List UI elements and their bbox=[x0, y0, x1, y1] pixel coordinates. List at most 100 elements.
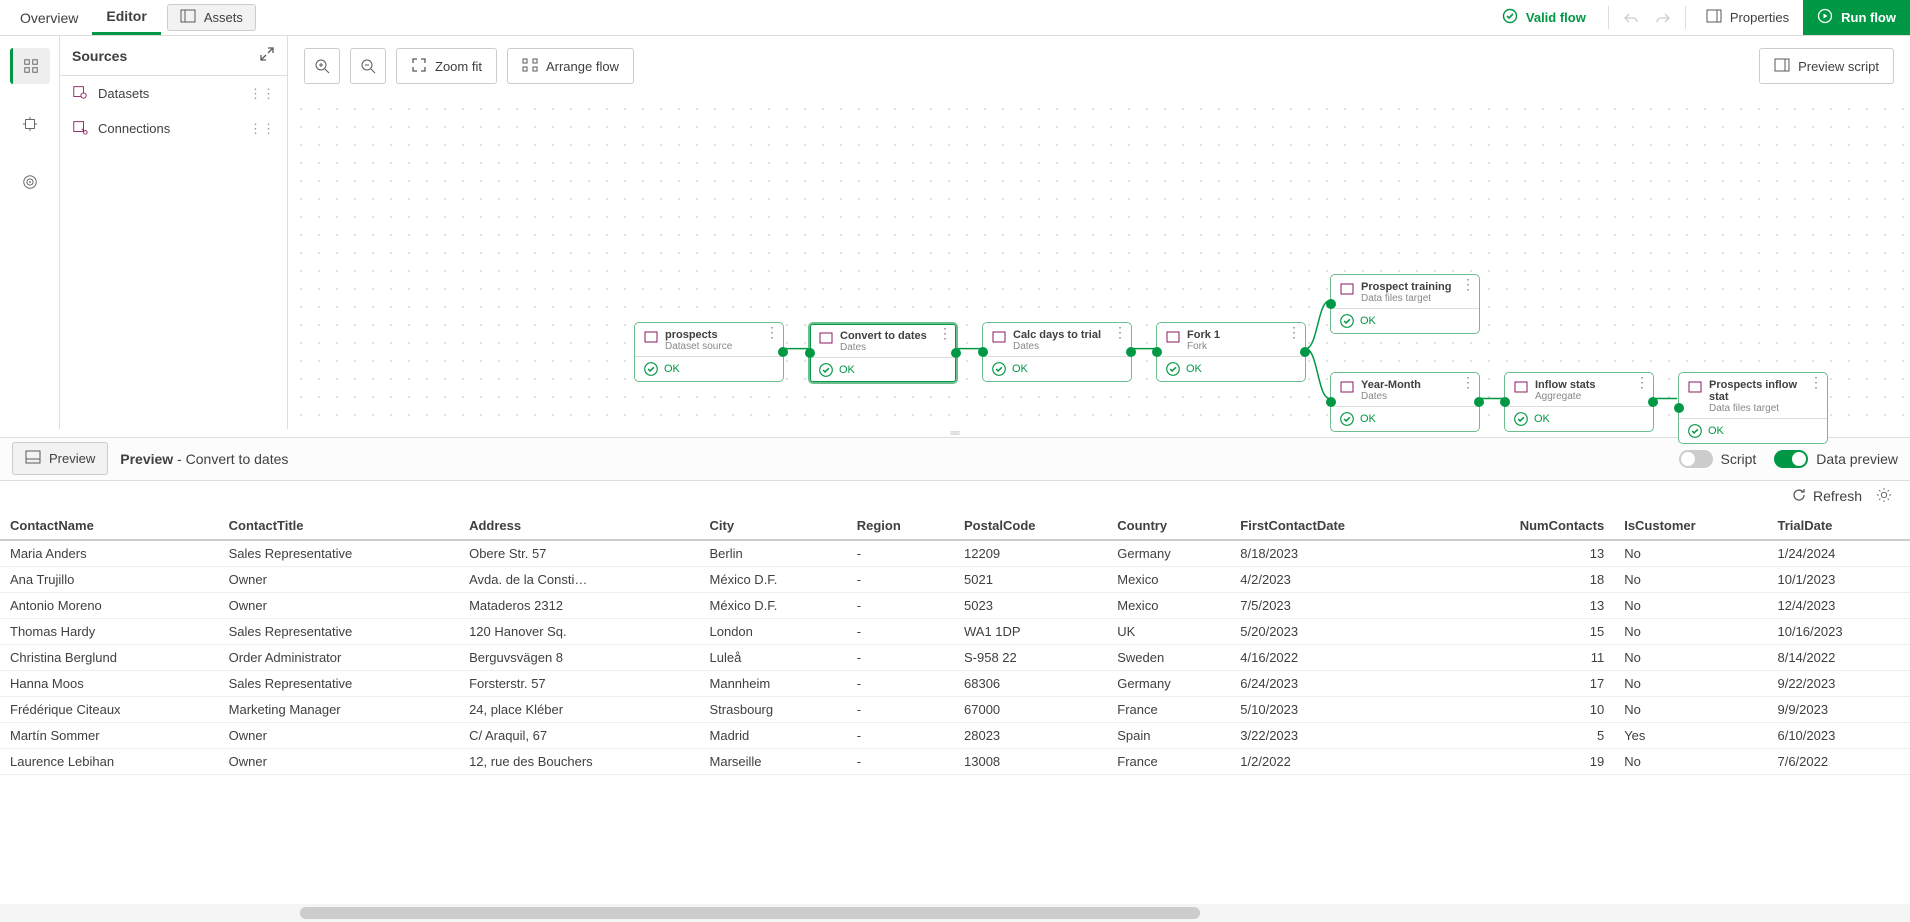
data-preview-toggle[interactable] bbox=[1774, 450, 1808, 468]
column-header[interactable]: PostalCode bbox=[954, 512, 1107, 540]
table-cell: Obere Str. 57 bbox=[459, 540, 699, 567]
node-menu-icon[interactable]: ⋮ bbox=[1461, 279, 1475, 289]
node-menu-icon[interactable]: ⋮ bbox=[1113, 327, 1127, 337]
table-row[interactable]: Hanna MoosSales RepresentativeForsterstr… bbox=[0, 670, 1910, 696]
tab-overview[interactable]: Overview bbox=[6, 0, 92, 35]
node-menu-icon[interactable]: ⋮ bbox=[1461, 377, 1475, 387]
table-cell: Ana Trujillo bbox=[0, 566, 219, 592]
table-cell: Marseille bbox=[700, 748, 847, 774]
node-menu-icon[interactable]: ⋮ bbox=[1287, 327, 1301, 337]
node-menu-icon[interactable]: ⋮ bbox=[765, 327, 779, 337]
drag-handle-icon[interactable]: ⋮⋮ bbox=[249, 121, 275, 137]
table-row[interactable]: Thomas HardySales Representative120 Hano… bbox=[0, 618, 1910, 644]
output-port[interactable] bbox=[1648, 397, 1658, 407]
output-port[interactable] bbox=[778, 347, 788, 357]
table-row[interactable]: Laurence LebihanOwner12, rue des Boucher… bbox=[0, 748, 1910, 774]
table-cell: Laurence Lebihan bbox=[0, 748, 219, 774]
column-header[interactable]: NumContacts bbox=[1439, 512, 1614, 540]
table-cell: 1/2/2022 bbox=[1230, 748, 1439, 774]
output-port[interactable] bbox=[1126, 347, 1136, 357]
flow-node[interactable]: Prospects inflow statData files target ⋮… bbox=[1678, 372, 1828, 444]
node-menu-icon[interactable]: ⋮ bbox=[938, 328, 952, 338]
table-toolbar: Refresh bbox=[0, 481, 1910, 512]
column-header[interactable]: ContactName bbox=[0, 512, 219, 540]
table-cell: Mannheim bbox=[700, 670, 847, 696]
column-header[interactable]: IsCustomer bbox=[1614, 512, 1767, 540]
assets-button[interactable]: Assets bbox=[167, 4, 256, 31]
horizontal-scrollbar[interactable] bbox=[0, 904, 1910, 922]
sidebar-item-connections[interactable]: Connections ⋮⋮ bbox=[60, 111, 287, 146]
script-icon bbox=[1774, 57, 1790, 76]
flow-canvas[interactable]: prospectsDataset source ⋮ OK Convert to … bbox=[288, 96, 1910, 429]
properties-button[interactable]: Properties bbox=[1692, 0, 1803, 35]
output-port[interactable] bbox=[1300, 347, 1310, 357]
table-cell: 3/22/2023 bbox=[1230, 722, 1439, 748]
column-header[interactable]: ContactTitle bbox=[219, 512, 459, 540]
table-cell: Yes bbox=[1614, 722, 1767, 748]
table-cell: 24, place Kléber bbox=[459, 696, 699, 722]
arrange-flow-button[interactable]: Arrange flow bbox=[507, 48, 634, 84]
table-row[interactable]: Maria AndersSales RepresentativeObere St… bbox=[0, 540, 1910, 567]
preview-toggle-button[interactable]: Preview bbox=[12, 442, 108, 475]
rail-processors[interactable] bbox=[10, 106, 50, 142]
table-cell: Strasbourg bbox=[700, 696, 847, 722]
sidebar-item-datasets[interactable]: Datasets ⋮⋮ bbox=[60, 76, 287, 111]
table-cell: 4/16/2022 bbox=[1230, 644, 1439, 670]
column-header[interactable]: Address bbox=[459, 512, 699, 540]
input-port[interactable] bbox=[978, 347, 988, 357]
column-header[interactable]: Region bbox=[847, 512, 954, 540]
rail-sources[interactable] bbox=[10, 48, 50, 84]
flow-node[interactable]: Calc days to trialDates ⋮ OK bbox=[982, 322, 1132, 382]
check-circle-icon bbox=[1502, 8, 1518, 27]
table-row[interactable]: Ana TrujilloOwnerAvda. de la Consti…Méxi… bbox=[0, 566, 1910, 592]
table-cell: 5/20/2023 bbox=[1230, 618, 1439, 644]
flow-node[interactable]: Year-MonthDates ⋮ OK bbox=[1330, 372, 1480, 432]
output-port[interactable] bbox=[1474, 397, 1484, 407]
flow-node[interactable]: Inflow statsAggregate ⋮ OK bbox=[1504, 372, 1654, 432]
data-preview-grid[interactable]: ContactNameContactTitleAddressCityRegion… bbox=[0, 512, 1910, 905]
rail-targets[interactable] bbox=[10, 164, 50, 200]
node-menu-icon[interactable]: ⋮ bbox=[1635, 377, 1649, 387]
zoom-in-button[interactable] bbox=[304, 48, 340, 84]
table-cell: 15 bbox=[1439, 618, 1614, 644]
table-row[interactable]: Antonio MorenoOwnerMataderos 2312México … bbox=[0, 592, 1910, 618]
drag-handle-icon[interactable]: ⋮⋮ bbox=[249, 86, 275, 102]
table-cell: Spain bbox=[1107, 722, 1230, 748]
redo-button[interactable] bbox=[1647, 0, 1679, 35]
node-menu-icon[interactable]: ⋮ bbox=[1809, 377, 1823, 387]
column-header[interactable]: Country bbox=[1107, 512, 1230, 540]
input-port[interactable] bbox=[1674, 403, 1684, 413]
column-header[interactable]: FirstContactDate bbox=[1230, 512, 1439, 540]
flow-node[interactable]: Fork 1Fork ⋮ OK bbox=[1156, 322, 1306, 382]
input-port[interactable] bbox=[805, 348, 815, 358]
table-row[interactable]: Frédérique CiteauxMarketing Manager24, p… bbox=[0, 696, 1910, 722]
flow-node[interactable]: Prospect trainingData files target ⋮ OK bbox=[1330, 274, 1480, 334]
table-cell: 17 bbox=[1439, 670, 1614, 696]
column-header[interactable]: TrialDate bbox=[1767, 512, 1910, 540]
refresh-button[interactable]: Refresh bbox=[1791, 487, 1862, 506]
table-cell: - bbox=[847, 670, 954, 696]
expand-icon[interactable] bbox=[259, 46, 275, 65]
table-row[interactable]: Martín SommerOwnerC/ Araquil, 67Madrid-2… bbox=[0, 722, 1910, 748]
table-row[interactable]: Christina BerglundOrder AdministratorBer… bbox=[0, 644, 1910, 670]
flow-node[interactable]: Convert to datesDates ⋮ OK bbox=[808, 322, 958, 384]
input-port[interactable] bbox=[1326, 299, 1336, 309]
column-header[interactable]: City bbox=[700, 512, 847, 540]
settings-icon[interactable] bbox=[1876, 487, 1892, 506]
output-port[interactable] bbox=[951, 348, 961, 358]
zoom-fit-button[interactable]: Zoom fit bbox=[396, 48, 497, 84]
input-port[interactable] bbox=[1152, 347, 1162, 357]
zoom-out-button[interactable] bbox=[350, 48, 386, 84]
sources-panel-title: Sources bbox=[72, 48, 127, 64]
datasets-icon bbox=[72, 84, 88, 103]
input-port[interactable] bbox=[1500, 397, 1510, 407]
undo-button[interactable] bbox=[1615, 0, 1647, 35]
run-flow-button[interactable]: Run flow bbox=[1803, 0, 1910, 35]
flow-node[interactable]: prospectsDataset source ⋮ OK bbox=[634, 322, 784, 382]
input-port[interactable] bbox=[1326, 397, 1336, 407]
tab-editor[interactable]: Editor bbox=[92, 0, 160, 35]
script-toggle[interactable] bbox=[1679, 450, 1713, 468]
node-type-icon bbox=[1513, 379, 1529, 398]
preview-script-button[interactable]: Preview script bbox=[1759, 48, 1894, 84]
table-cell: 7/6/2022 bbox=[1767, 748, 1910, 774]
